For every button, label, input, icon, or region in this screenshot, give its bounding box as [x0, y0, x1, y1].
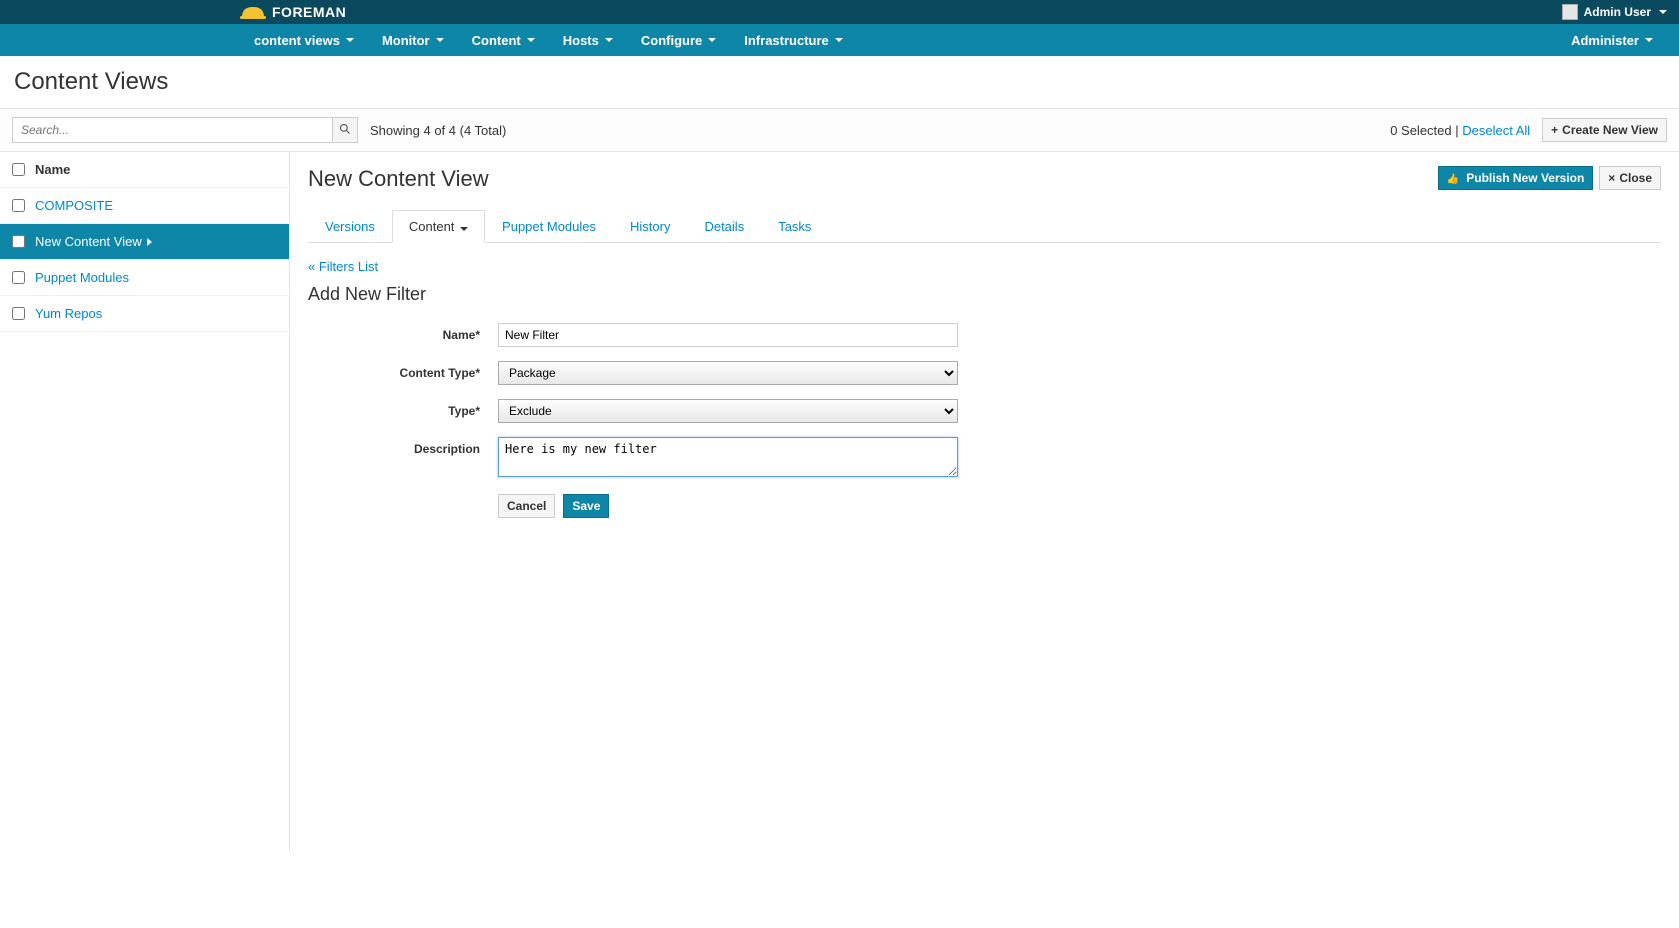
name-input[interactable] — [498, 323, 958, 347]
selection-info: 0 Selected | Deselect All — [1390, 123, 1530, 138]
sidebar-item-label[interactable]: Puppet Modules — [35, 270, 129, 285]
search-group — [12, 117, 358, 143]
brand-text: FOREMAN — [272, 4, 346, 20]
close-button[interactable]: × Close — [1599, 166, 1661, 190]
save-button[interactable]: Save — [563, 494, 609, 518]
content-view-title: New Content View — [308, 166, 489, 192]
description-label: Description — [308, 437, 498, 456]
close-icon: × — [1608, 171, 1615, 185]
caret-down-icon — [460, 227, 468, 231]
sidebar-item-label: New Content View — [35, 234, 142, 249]
publish-label: Publish New Version — [1466, 171, 1584, 185]
nav-administer[interactable]: Administer — [1557, 24, 1667, 56]
name-label: Name* — [308, 323, 498, 342]
sidebar-item-label[interactable]: Yum Repos — [35, 306, 102, 321]
caret-down-icon — [1645, 38, 1653, 42]
nav-item-label: Content — [472, 33, 521, 48]
nav-content[interactable]: Content — [458, 24, 549, 56]
tab-puppet-modules[interactable]: Puppet Modules — [485, 210, 613, 243]
close-label: Close — [1619, 171, 1652, 185]
tab-content[interactable]: Content — [392, 210, 485, 243]
create-label: Create New View — [1562, 123, 1658, 137]
add-filter-form: Name* Content Type* Package Type* Exclud… — [308, 323, 1661, 518]
tabs: Versions Content Puppet Modules History … — [308, 210, 1661, 243]
nav-context-label: content views — [254, 33, 340, 48]
tab-versions[interactable]: Versions — [308, 210, 392, 243]
caret-down-icon — [527, 38, 535, 42]
sidebar-header: Name — [0, 152, 289, 188]
sidebar-item-link[interactable]: New Content View — [35, 234, 152, 249]
tab-history[interactable]: History — [613, 210, 687, 243]
row-checkbox[interactable] — [12, 199, 25, 212]
sidebar-item-yum-repos[interactable]: Yum Repos — [0, 296, 289, 332]
select-all-checkbox[interactable] — [12, 163, 25, 176]
cancel-button[interactable]: Cancel — [498, 494, 555, 518]
nav-item-label: Configure — [641, 33, 702, 48]
caret-down-icon — [835, 38, 843, 42]
user-label: Admin User — [1584, 5, 1651, 19]
main-pane: New Content View Publish New Version × C… — [290, 152, 1679, 852]
nav-monitor[interactable]: Monitor — [368, 24, 458, 56]
caret-down-icon — [436, 38, 444, 42]
filters-list-link[interactable]: « Filters List — [308, 259, 378, 274]
search-icon — [339, 123, 351, 138]
type-label: Type* — [308, 399, 498, 418]
row-checkbox[interactable] — [12, 235, 25, 248]
nav-item-label: Infrastructure — [744, 33, 829, 48]
toolbar: Showing 4 of 4 (4 Total) 0 Selected | De… — [0, 108, 1679, 152]
sidebar-item-label[interactable]: COMPOSITE — [35, 198, 113, 213]
deselect-all-link[interactable]: Deselect All — [1462, 123, 1530, 138]
caret-down-icon — [605, 38, 613, 42]
brand: FOREMAN — [240, 3, 346, 21]
user-menu[interactable]: Admin User — [1562, 4, 1667, 20]
nav-item-label: Administer — [1571, 33, 1639, 48]
description-textarea[interactable] — [498, 437, 958, 477]
row-checkbox[interactable] — [12, 271, 25, 284]
nav-item-label: Hosts — [563, 33, 599, 48]
sidebar-item-puppet-modules[interactable]: Puppet Modules — [0, 260, 289, 296]
tab-details[interactable]: Details — [687, 210, 761, 243]
tab-label: Content — [409, 219, 455, 234]
tab-tasks[interactable]: Tasks — [761, 210, 828, 243]
results-count: Showing 4 of 4 (4 Total) — [370, 123, 506, 138]
row-checkbox[interactable] — [12, 307, 25, 320]
sidebar: Name COMPOSITE New Content View Puppet M… — [0, 152, 290, 852]
page-title: Content Views — [0, 56, 1679, 108]
caret-down-icon — [346, 38, 354, 42]
chevron-right-icon — [147, 238, 152, 246]
nav-context[interactable]: content views — [240, 24, 368, 56]
hardhat-icon — [240, 3, 266, 21]
thumbs-up-icon — [1447, 171, 1462, 185]
publish-button[interactable]: Publish New Version — [1438, 166, 1593, 190]
caret-down-icon — [708, 38, 716, 42]
main-header: New Content View Publish New Version × C… — [308, 166, 1661, 192]
filters-breadcrumb: « Filters List — [308, 259, 1661, 274]
avatar-icon — [1562, 4, 1578, 20]
content-type-select[interactable]: Package — [498, 361, 958, 385]
user-bar: FOREMAN Admin User — [0, 0, 1679, 24]
caret-down-icon — [1659, 10, 1667, 14]
selected-count: 0 Selected — [1390, 123, 1451, 138]
sidebar-header-label: Name — [35, 162, 70, 177]
sidebar-item-new-content-view[interactable]: New Content View — [0, 224, 289, 260]
search-button[interactable] — [332, 117, 358, 143]
main-nav: content views Monitor Content Hosts Conf… — [0, 24, 1679, 56]
form-title: Add New Filter — [308, 284, 1661, 305]
sidebar-item-composite[interactable]: COMPOSITE — [0, 188, 289, 224]
plus-icon: + — [1551, 123, 1558, 137]
type-select[interactable]: Exclude — [498, 399, 958, 423]
nav-item-label: Monitor — [382, 33, 430, 48]
nav-hosts[interactable]: Hosts — [549, 24, 627, 56]
nav-infrastructure[interactable]: Infrastructure — [730, 24, 857, 56]
content-type-label: Content Type* — [308, 361, 498, 380]
nav-configure[interactable]: Configure — [627, 24, 730, 56]
create-new-view-button[interactable]: + Create New View — [1542, 118, 1667, 142]
search-input[interactable] — [12, 117, 332, 143]
